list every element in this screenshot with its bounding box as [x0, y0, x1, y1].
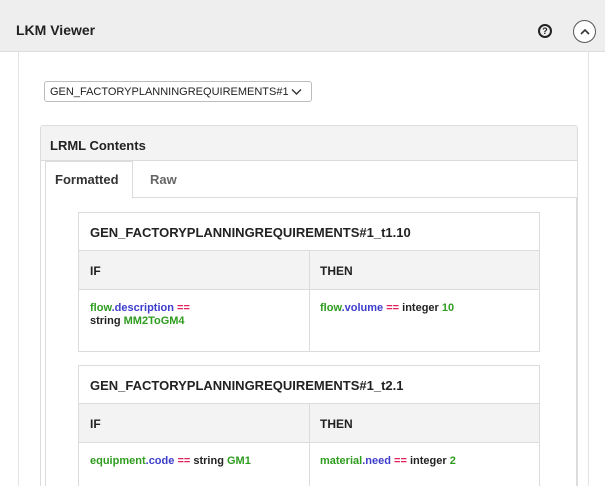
tab-raw[interactable]: Raw	[150, 172, 177, 187]
rule-card: GEN_FACTORYPLANNINGREQUIREMENTS#1_t2.1 I…	[78, 365, 540, 486]
rule-selector-dropdown[interactable]: GEN_FACTORYPLANNINGREQUIREMENTS#1	[44, 81, 312, 102]
rule-card: GEN_FACTORYPLANNINGREQUIREMENTS#1_t1.10 …	[78, 212, 540, 352]
rule-name: GEN_FACTORYPLANNINGREQUIREMENTS#1_t2.1	[90, 378, 404, 393]
tab-formatted[interactable]: Formatted	[55, 172, 119, 187]
then-condition: material.need == integer 2	[320, 455, 456, 467]
column-divider	[309, 443, 310, 486]
column-divider	[309, 290, 310, 351]
viewer-header: LKM Viewer ?	[0, 0, 605, 52]
viewer-title: LKM Viewer	[16, 22, 96, 38]
rule-name: GEN_FACTORYPLANNINGREQUIREMENTS#1_t1.10	[90, 225, 411, 240]
column-divider	[309, 404, 310, 442]
rule-table-header: IF THEN	[79, 250, 539, 290]
help-icon[interactable]: ?	[538, 24, 552, 38]
if-condition: equipment.code == string GM1	[90, 455, 251, 467]
if-column-label: IF	[90, 264, 101, 278]
lrml-title: LRML Contents	[50, 138, 146, 153]
lrml-tabs: Formatted Raw	[45, 161, 577, 199]
chevron-down-icon	[291, 89, 302, 95]
lrml-card-header: LRML Contents	[41, 126, 577, 161]
collapse-button[interactable]	[573, 20, 596, 43]
rule-table-header: IF THEN	[79, 403, 539, 443]
then-condition: flow.volume == integer 10	[320, 302, 455, 314]
if-column-label: IF	[90, 417, 101, 431]
if-condition: flow.description == string MM2ToGM4	[90, 302, 190, 327]
rule-selector-value: GEN_FACTORYPLANNINGREQUIREMENTS#1	[50, 86, 289, 98]
then-column-label: THEN	[320, 264, 353, 278]
chevron-up-icon	[580, 28, 590, 35]
column-divider	[309, 251, 310, 289]
then-column-label: THEN	[320, 417, 353, 431]
